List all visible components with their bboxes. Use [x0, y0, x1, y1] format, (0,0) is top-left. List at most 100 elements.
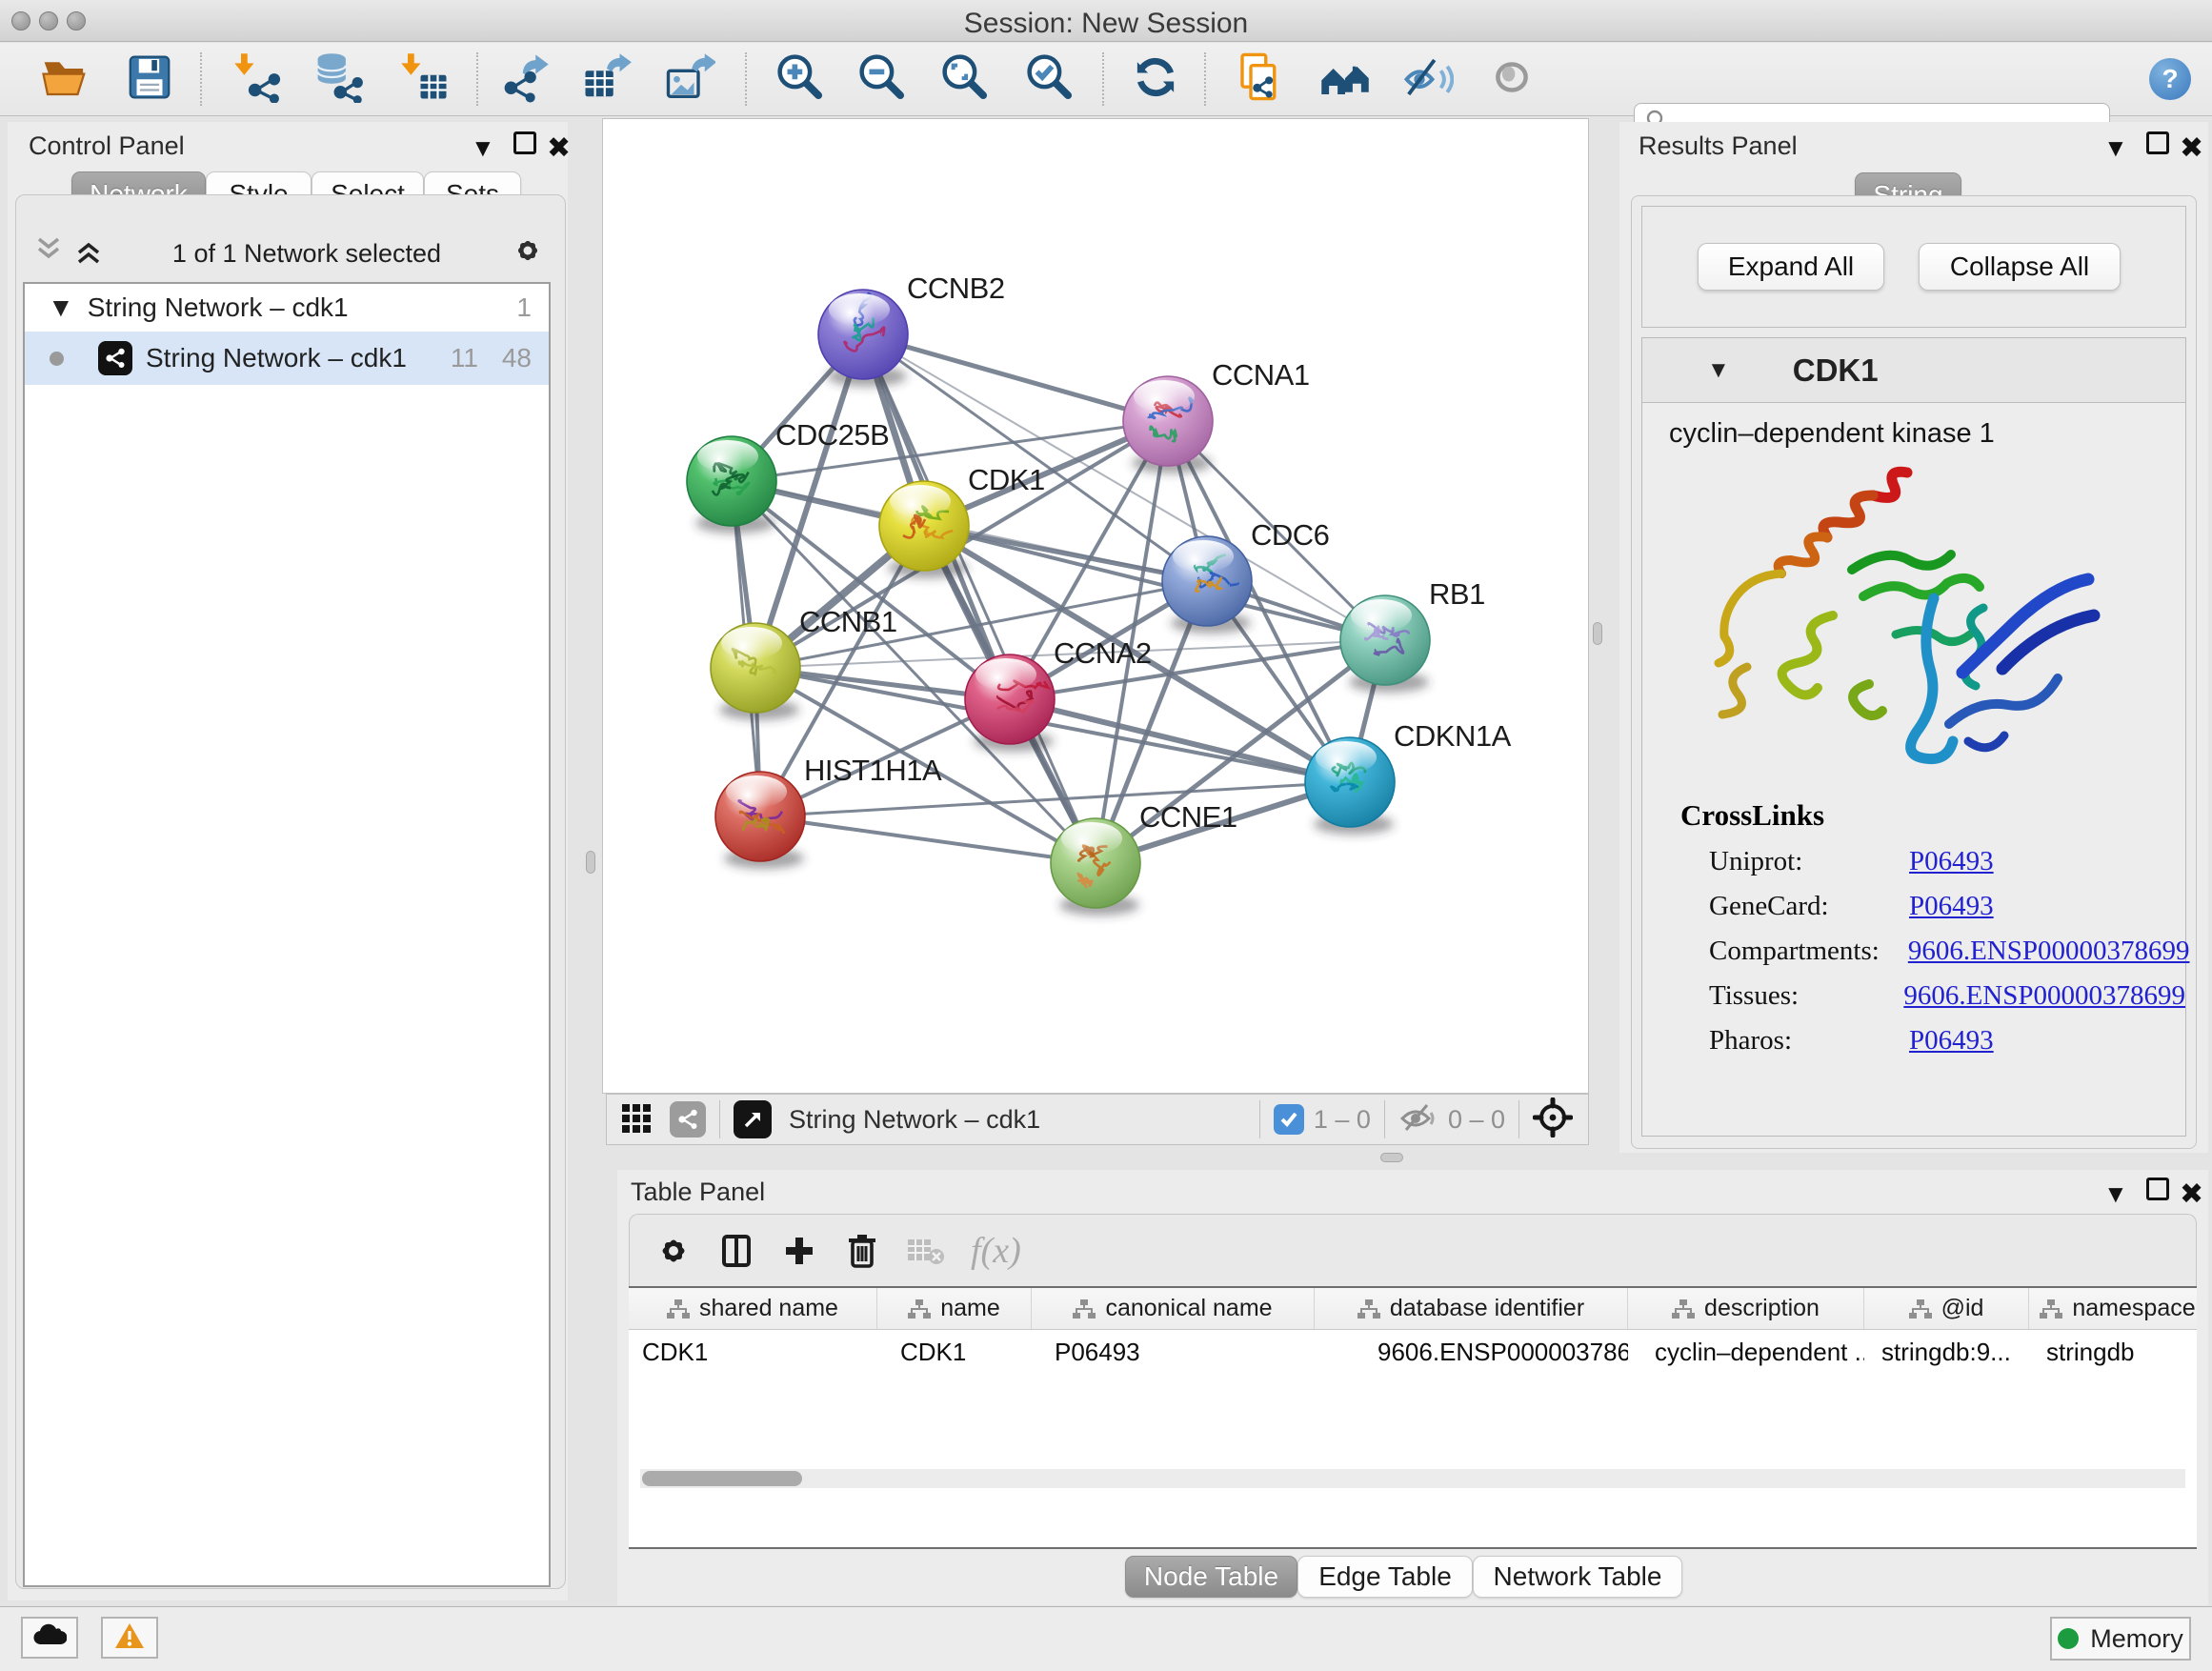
toolbar-separator: [200, 52, 202, 106]
results-panel-title: Results Panel: [1639, 131, 1798, 161]
right-splitter-handle[interactable]: [1593, 622, 1602, 645]
zoom-selected-button[interactable]: [1022, 51, 1077, 107]
delete-column-trash-icon[interactable]: [843, 1232, 881, 1270]
toolbar-separator: [476, 52, 478, 106]
table-settings-gear-icon[interactable]: [654, 1232, 693, 1270]
show-columns-icon[interactable]: [717, 1232, 755, 1270]
zoom-fit-button[interactable]: [937, 51, 993, 107]
horizontal-scrollbar[interactable]: [640, 1469, 2185, 1488]
export-table-button[interactable]: [579, 51, 634, 107]
column-header[interactable]: @id: [1864, 1288, 2029, 1329]
import-database-button[interactable]: [311, 51, 366, 107]
selected-checkbox-icon[interactable]: [1274, 1104, 1304, 1135]
panel-menu-button[interactable]: ▼: [2103, 1179, 2128, 1209]
birds-eye-view-icon[interactable]: [734, 1100, 772, 1138]
network-node-count: 11: [451, 343, 478, 373]
collapse-all-button[interactable]: Collapse All: [1919, 243, 2121, 291]
panel-float-button[interactable]: [513, 131, 536, 161]
graph-edge: [760, 816, 1096, 863]
column-header[interactable]: description: [1628, 1288, 1864, 1329]
save-floppy-icon: [124, 51, 175, 108]
bottom-splitter-handle[interactable]: [1380, 1153, 1403, 1162]
graph-node-label: CCNA1: [1212, 358, 1310, 392]
crosslink-link[interactable]: P06493: [1909, 1025, 1994, 1057]
tab-network-table[interactable]: Network Table: [1473, 1556, 1682, 1598]
cdk1-section-header[interactable]: ▼ CDK1: [1642, 338, 2185, 403]
apply-layout-button[interactable]: [1128, 51, 1183, 107]
collection-label: String Network – cdk1: [88, 292, 349, 323]
import-network-button[interactable]: [231, 51, 286, 107]
scrollbar-thumb[interactable]: [642, 1471, 802, 1486]
import-table-button[interactable]: [397, 51, 452, 107]
crosslink-link[interactable]: P06493: [1909, 846, 1994, 877]
panel-float-button[interactable]: [2146, 131, 2169, 161]
warnings-button[interactable]: [101, 1617, 158, 1659]
grid-view-icon[interactable]: [620, 1100, 654, 1139]
table-row[interactable]: CDK1 CDK1 P06493 9606.ENSP00000378699 cy…: [629, 1330, 2197, 1374]
add-column-icon[interactable]: [780, 1232, 818, 1270]
network-graph-svg: CCNB2CCNA1CDC25BCDK1CDC6RB1CCNB1CCNA2CDK…: [603, 119, 1588, 1093]
open-session-button[interactable]: [37, 51, 92, 107]
column-header[interactable]: namespace: [2029, 1288, 2197, 1329]
crosslink-link[interactable]: P06493: [1909, 891, 1994, 922]
column-header[interactable]: name: [877, 1288, 1032, 1329]
panel-menu-button[interactable]: ▼: [2103, 133, 2128, 163]
network-options-gear-icon[interactable]: [511, 233, 545, 274]
network-collection-row[interactable]: ▼ String Network – cdk1 1: [25, 284, 549, 332]
memory-button[interactable]: Memory: [2050, 1617, 2191, 1661]
export-image-button[interactable]: [662, 51, 717, 107]
zoom-selected-icon: [1024, 51, 1076, 108]
help-button[interactable]: ?: [2142, 51, 2198, 107]
column-header[interactable]: canonical name: [1032, 1288, 1315, 1329]
zoom-in-button[interactable]: [773, 51, 828, 107]
show-all-networks-button[interactable]: [1317, 51, 1373, 107]
tree-expand-icon[interactable]: ▼: [48, 292, 74, 323]
graph-node-label: HIST1H1A: [804, 754, 942, 787]
crosslink-link[interactable]: 9606.ENSP00000378699: [1903, 980, 2185, 1012]
protein-structure-image: [1709, 455, 2119, 798]
collapse-all-networks-icon[interactable]: [34, 235, 63, 272]
network-view-canvas[interactable]: CCNB2CCNA1CDC25BCDK1CDC6RB1CCNB1CCNA2CDK…: [602, 118, 1589, 1094]
table-panel-title: Table Panel: [631, 1178, 765, 1207]
delete-table-icon[interactable]: [906, 1234, 946, 1268]
panel-close-button[interactable]: ✖: [2180, 1178, 2203, 1211]
tab-node-table[interactable]: Node Table: [1125, 1556, 1297, 1598]
show-hidden-button[interactable]: [1484, 51, 1539, 107]
zoom-in-icon: [774, 51, 826, 108]
panel-close-button[interactable]: ✖: [547, 131, 571, 165]
warning-triangle-icon: [113, 1621, 146, 1655]
function-builder-icon[interactable]: f(x): [971, 1230, 1021, 1272]
table-panel: Table Panel ▼ ✖ f(x) shared name name ca…: [617, 1170, 2208, 1605]
import-table-icon: [399, 51, 451, 108]
left-splitter-handle[interactable]: [586, 851, 595, 874]
tab-edge-table[interactable]: Edge Table: [1297, 1556, 1473, 1598]
expand-all-button[interactable]: Expand All: [1698, 243, 1884, 291]
column-header[interactable]: database identifier: [1315, 1288, 1628, 1329]
network-row[interactable]: String Network – cdk1 11 48: [25, 332, 549, 385]
graph-node-label: CDC6: [1251, 518, 1329, 552]
cloud-status-button[interactable]: [21, 1617, 78, 1659]
copy-network-button[interactable]: [1232, 51, 1287, 107]
panel-menu-button[interactable]: ▼: [471, 133, 495, 163]
collection-count: 1: [516, 292, 532, 323]
hidden-eye-icon[interactable]: [1398, 1101, 1438, 1138]
hide-selected-button[interactable]: [1400, 51, 1456, 107]
panel-float-button[interactable]: [2146, 1178, 2169, 1207]
network-share-icon[interactable]: [670, 1101, 706, 1137]
section-collapse-icon[interactable]: ▼: [1707, 357, 1730, 384]
crosshair-icon[interactable]: [1533, 1097, 1573, 1142]
save-session-button[interactable]: [122, 51, 177, 107]
export-table-icon: [581, 51, 633, 108]
panel-close-button[interactable]: ✖: [2180, 131, 2203, 165]
export-network-button[interactable]: [497, 51, 553, 107]
column-header[interactable]: shared name: [629, 1288, 877, 1329]
crosslink-link[interactable]: 9606.ENSP00000378699: [1908, 936, 2190, 967]
expand-all-networks-icon[interactable]: [74, 235, 103, 272]
import-network-icon: [232, 51, 284, 108]
graph-node-rb1: RB1: [1340, 577, 1485, 685]
toolbar-separator: [1102, 52, 1104, 106]
zoom-out-button[interactable]: [855, 51, 910, 107]
graph-node-label: CDK1: [968, 463, 1045, 496]
graph-node-cdk1: CDK1: [879, 463, 1045, 571]
eye-slash-icon: [1402, 51, 1454, 108]
